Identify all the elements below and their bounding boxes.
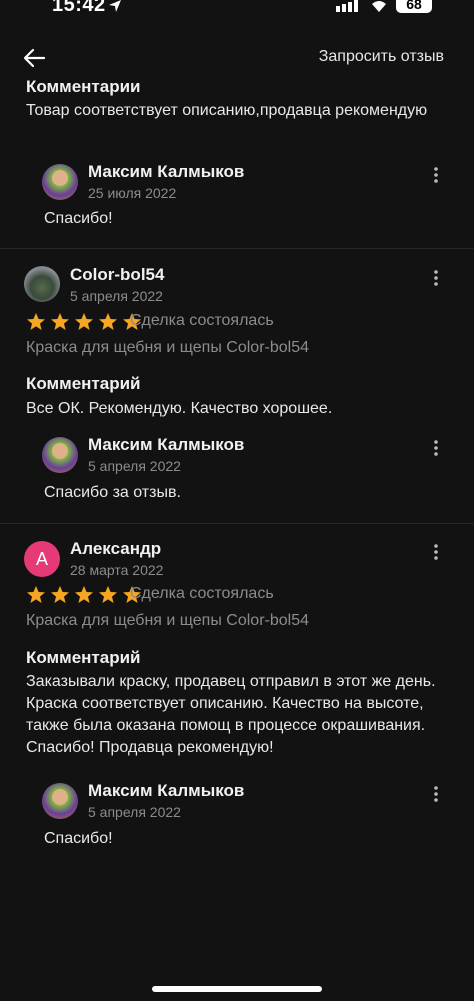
seller-avatar [42,164,78,200]
wifi-icon [372,1,386,12]
star-icon [99,586,117,603]
divider [0,523,474,524]
more-vertical-icon[interactable] [426,268,446,288]
deal-status: Сделка состоялась [130,585,274,602]
status-bar: 15:42 68 [0,0,474,20]
more-vertical-icon[interactable] [426,438,446,458]
star-icon [75,586,93,603]
rating-stars [26,585,142,605]
reviewer-avatar: А [24,541,60,577]
star-icon [51,586,69,603]
deal-status: Сделка состоялась [130,312,274,329]
reply-date: 5 апреля 2022 [88,458,181,474]
reviewer-name: Color-bol54 [70,265,165,284]
review-date: 28 марта 2022 [70,562,164,578]
reviews-screen: 15:42 68 Запросить отзыв Комментарии Тов… [0,0,474,1001]
comment-heading: Комментарий [26,648,141,667]
seller-avatar [42,783,78,819]
arrow-left-icon[interactable] [20,44,48,72]
more-vertical-icon[interactable] [426,784,446,804]
rating-stars [26,312,142,332]
reply-date: 25 июля 2022 [88,185,177,201]
request-review-button[interactable]: Запросить отзыв [319,48,444,66]
star-icon [99,313,117,330]
divider [0,248,474,249]
reviewer-avatar [24,266,60,302]
more-vertical-icon[interactable] [426,542,446,562]
comment-text: Все ОК. Рекомендую. Качество хорошее. [26,400,333,417]
comment-heading: Комментарии [26,77,141,96]
product-link[interactable]: Краска для щебня и щепы Color-bol54 [26,339,309,357]
comment-text: Товар соответствует описанию,продавца ре… [26,102,428,119]
star-icon [27,313,45,330]
seller-avatar [42,437,78,473]
battery-indicator: 68 [396,0,432,13]
star-icon [51,313,69,330]
more-vertical-icon[interactable] [426,165,446,185]
reviewer-name: Александр [70,539,162,558]
home-indicator[interactable] [152,986,322,992]
review-date: 5 апреля 2022 [70,288,163,304]
reply-text: Спасибо за отзыв. [44,484,181,501]
signal-icon [336,0,358,12]
reply-author: Максим Калмыков [88,781,245,800]
reply-author: Максим Калмыков [88,435,245,454]
product-link[interactable]: Краска для щебня и щепы Color-bol54 [26,612,309,630]
star-icon [27,586,45,603]
star-icon [75,313,93,330]
comment-heading: Комментарий [26,374,141,393]
status-time: 15:42 [52,0,106,16]
reply-author: Максим Калмыков [88,162,245,181]
location-arrow-icon [109,0,121,12]
comment-text: Заказывали краску, продавец отправил в э… [26,673,436,756]
reply-text: Спасибо! [44,830,113,847]
reply-date: 5 апреля 2022 [88,804,181,820]
reply-text: Спасибо! [44,210,113,227]
